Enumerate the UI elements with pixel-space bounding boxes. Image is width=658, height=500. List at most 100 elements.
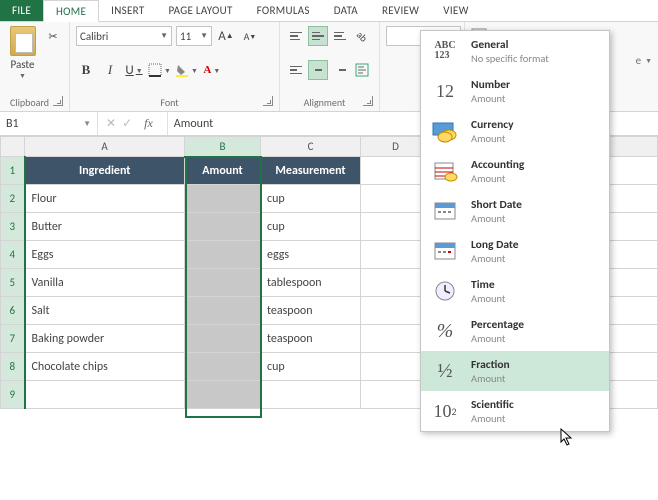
row-header[interactable]: 9 [1, 381, 25, 409]
decrease-font-button[interactable]: A▼ [240, 26, 260, 46]
paste-button[interactable]: Paste ▼ [6, 26, 39, 90]
bold-button[interactable]: B [76, 60, 96, 80]
cell-C8[interactable]: cup [261, 353, 361, 381]
long-date-icon [429, 237, 461, 265]
cell-C9[interactable] [261, 381, 361, 409]
cell-A3[interactable]: Butter [25, 213, 185, 241]
tab-data[interactable]: DATA [322, 0, 370, 21]
row-header[interactable]: 3 [1, 213, 25, 241]
tab-page-layout[interactable]: PAGE LAYOUT [156, 0, 244, 21]
cell-A5[interactable]: Vanilla [25, 269, 185, 297]
cell-B1[interactable]: Amount [185, 157, 261, 185]
cell-C7[interactable]: teaspoon [261, 325, 361, 353]
cell-B3[interactable] [185, 213, 261, 241]
cell-A8[interactable]: Chocolate chips [25, 353, 185, 381]
format-option-time[interactable]: TimeAmount [421, 271, 609, 311]
number-icon: 12 [429, 77, 461, 105]
row-header[interactable]: 5 [1, 269, 25, 297]
insert-function-button[interactable]: fx [138, 116, 159, 131]
format-option-short-date[interactable]: Short DateAmount [421, 191, 609, 231]
cell-C3[interactable]: cup [261, 213, 361, 241]
short-date-icon [429, 197, 461, 225]
font-name-combo[interactable]: Calibri▼ [76, 26, 172, 46]
cell-A4[interactable]: Eggs [25, 241, 185, 269]
cell-C6[interactable]: teaspoon [261, 297, 361, 325]
cell-C1[interactable]: Measurement [261, 157, 361, 185]
cell-B6[interactable] [185, 297, 261, 325]
select-all-corner[interactable] [1, 137, 25, 157]
row-header[interactable]: 2 [1, 185, 25, 213]
cell-A6[interactable]: Salt [25, 297, 185, 325]
cell-A7[interactable]: Baking powder [25, 325, 185, 353]
italic-button[interactable]: I [100, 60, 120, 80]
align-right-button[interactable] [330, 60, 350, 80]
alignment-launcher-icon[interactable] [363, 96, 373, 106]
format-option-currency[interactable]: CurrencyAmount [421, 111, 609, 151]
cell-B9[interactable] [185, 381, 261, 409]
cut-button[interactable]: ✂ [43, 26, 63, 46]
format-option-long-date[interactable]: Long DateAmount [421, 231, 609, 271]
cell-A2[interactable]: Flour [25, 185, 185, 213]
format-painter-button[interactable] [43, 70, 63, 90]
wrap-text-button[interactable] [352, 60, 372, 80]
currency-icon [429, 117, 461, 145]
tab-review[interactable]: REVIEW [370, 0, 431, 21]
format-option-general[interactable]: ABC123 GeneralNo specific format [421, 31, 609, 71]
cell-A1[interactable]: Ingredient [25, 157, 185, 185]
increase-font-button[interactable]: A▲ [216, 26, 236, 46]
row-header[interactable]: 1 [1, 157, 25, 185]
name-box[interactable]: B1▼ [0, 112, 98, 135]
align-middle-button[interactable] [308, 26, 328, 46]
clipboard-launcher-icon[interactable] [53, 96, 63, 106]
cell-B2[interactable] [185, 185, 261, 213]
accounting-icon [429, 157, 461, 185]
row-header[interactable]: 7 [1, 325, 25, 353]
format-option-accounting[interactable]: AccountingAmount [421, 151, 609, 191]
cell-C4[interactable]: eggs [261, 241, 361, 269]
fill-color-button[interactable]: ▼ [175, 60, 198, 80]
tab-formulas[interactable]: FORMULAS [245, 0, 322, 21]
tab-file[interactable]: FILE [0, 0, 43, 21]
align-top-button[interactable] [286, 26, 306, 46]
tab-view[interactable]: VIEW [431, 0, 480, 21]
formula-input[interactable]: Amount [168, 117, 219, 131]
row-header[interactable]: 8 [1, 353, 25, 381]
cell-C5[interactable]: tablespoon [261, 269, 361, 297]
cell-C2[interactable]: cup [261, 185, 361, 213]
group-alignment: ab Alignment [280, 22, 380, 111]
cancel-formula-icon[interactable]: ✕ [106, 116, 116, 131]
format-option-fraction[interactable]: ½ FractionAmount [421, 351, 609, 391]
tab-insert[interactable]: INSERT [99, 0, 156, 21]
copy-button[interactable] [43, 48, 63, 68]
font-color-button[interactable]: A▼ [202, 60, 222, 80]
cell-B4[interactable] [185, 241, 261, 269]
general-icon: ABC123 [429, 37, 461, 65]
format-option-percentage[interactable]: % PercentageAmount [421, 311, 609, 351]
row-header[interactable]: 6 [1, 297, 25, 325]
borders-button[interactable]: ▼ [148, 60, 171, 80]
align-center-button[interactable] [308, 60, 328, 80]
format-option-scientific[interactable]: 102 ScientificAmount [421, 391, 609, 431]
align-left-button[interactable] [286, 60, 306, 80]
col-header-A[interactable]: A [25, 137, 185, 157]
alignment-label: Alignment [304, 96, 346, 109]
font-label: Font [160, 96, 178, 109]
align-bottom-button[interactable] [330, 26, 350, 46]
cut-icon: ✂ [48, 30, 57, 43]
enter-formula-icon[interactable]: ✓ [122, 116, 132, 131]
col-header-C[interactable]: C [261, 137, 361, 157]
underline-button[interactable]: U▼ [124, 60, 144, 80]
paste-icon [10, 26, 36, 56]
format-option-number[interactable]: 12 NumberAmount [421, 71, 609, 111]
font-launcher-icon[interactable] [263, 96, 273, 106]
cell-B5[interactable] [185, 269, 261, 297]
orientation-button[interactable]: ab [352, 26, 372, 46]
font-size-combo[interactable]: 11▼ [176, 26, 212, 46]
number-format-dropdown: ABC123 GeneralNo specific format 12 Numb… [420, 30, 610, 432]
col-header-B[interactable]: B [185, 137, 261, 157]
cell-B7[interactable] [185, 325, 261, 353]
cell-A9[interactable] [25, 381, 185, 409]
cell-B8[interactable] [185, 353, 261, 381]
row-header[interactable]: 4 [1, 241, 25, 269]
tab-home[interactable]: HOME [43, 0, 99, 22]
